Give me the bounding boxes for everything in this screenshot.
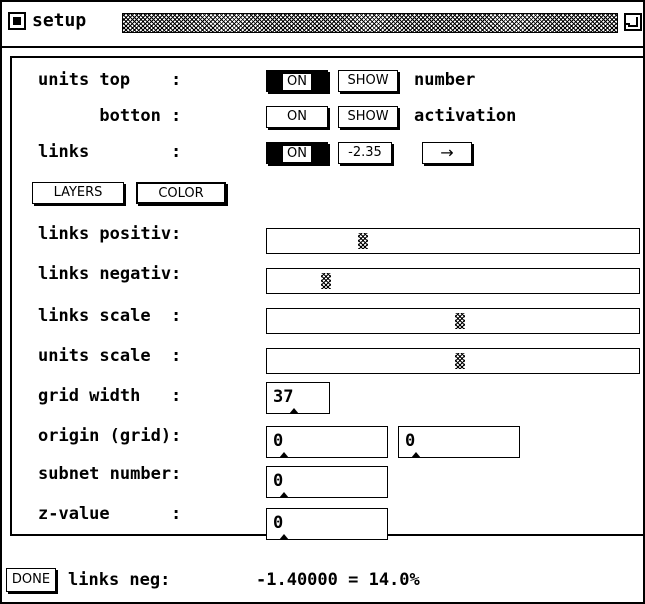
grid-width-value: 37 bbox=[273, 387, 294, 407]
units-scale-label: units scale : bbox=[38, 346, 182, 366]
status-value: -1.40000 = 14.0% bbox=[256, 570, 420, 590]
slider-thumb[interactable] bbox=[455, 353, 465, 369]
status-label: links neg: bbox=[68, 570, 171, 590]
z-value-label: z-value : bbox=[38, 504, 182, 524]
resize-icon[interactable] bbox=[624, 13, 642, 31]
units-bottom-label: botton : bbox=[38, 106, 182, 126]
window-title: setup bbox=[32, 10, 87, 31]
units-scale-slider[interactable] bbox=[266, 348, 640, 374]
units-bottom-show-button[interactable]: SHOW bbox=[338, 106, 398, 128]
units-top-text: number bbox=[414, 70, 476, 90]
links-value-button[interactable]: -2.35 bbox=[338, 142, 392, 164]
grid-width-field[interactable]: 37 bbox=[266, 382, 330, 414]
z-value-value: 0 bbox=[273, 513, 284, 533]
units-top-on-button[interactable]: ON bbox=[266, 70, 328, 92]
layers-button[interactable]: LAYERS bbox=[32, 182, 124, 204]
text-caret-icon bbox=[279, 492, 290, 498]
links-on-button[interactable]: ON bbox=[266, 142, 328, 164]
links-positiv-label: links positiv: bbox=[38, 224, 182, 244]
text-caret-icon bbox=[289, 408, 300, 414]
links-label: links : bbox=[38, 142, 182, 162]
units-top-label: units top : bbox=[38, 70, 182, 90]
title-bar: setup bbox=[2, 2, 643, 48]
grid-width-label: grid width : bbox=[38, 386, 182, 406]
units-bottom-on-button[interactable]: ON bbox=[266, 106, 328, 128]
subnet-number-label: subnet number: bbox=[38, 464, 182, 484]
color-button[interactable]: COLOR bbox=[136, 182, 226, 204]
arrow-right-icon[interactable]: → bbox=[422, 142, 472, 164]
subnet-number-field[interactable]: 0 bbox=[266, 466, 388, 498]
links-negativ-label: links negativ: bbox=[38, 264, 182, 284]
units-top-show-button[interactable]: SHOW bbox=[338, 70, 398, 92]
done-button[interactable]: DONE bbox=[6, 568, 56, 592]
origin-y-value: 0 bbox=[405, 431, 416, 451]
title-drag-area[interactable] bbox=[122, 13, 618, 33]
links-scale-label: links scale : bbox=[38, 306, 182, 326]
origin-label: origin (grid): bbox=[38, 426, 182, 446]
units-bottom-text: activation bbox=[414, 106, 517, 126]
slider-thumb[interactable] bbox=[358, 233, 368, 249]
menu-dot-icon bbox=[13, 17, 21, 25]
origin-x-field[interactable]: 0 bbox=[266, 426, 388, 458]
origin-y-field[interactable]: 0 bbox=[398, 426, 520, 458]
text-caret-icon bbox=[279, 452, 290, 458]
z-value-field[interactable]: 0 bbox=[266, 508, 388, 540]
setup-window: setup units top : ON SHOW number botton … bbox=[0, 0, 645, 604]
slider-thumb[interactable] bbox=[321, 273, 331, 289]
text-caret-icon bbox=[411, 452, 422, 458]
settings-panel: units top : ON SHOW number botton : ON S… bbox=[10, 56, 643, 540]
status-bar: DONE links neg: -1.40000 = 14.0% bbox=[2, 562, 643, 602]
text-caret-icon bbox=[279, 534, 290, 540]
origin-x-value: 0 bbox=[273, 431, 284, 451]
links-scale-slider[interactable] bbox=[266, 308, 640, 334]
links-negativ-slider[interactable] bbox=[266, 268, 640, 294]
window-menu-button[interactable] bbox=[8, 12, 26, 30]
links-positiv-slider[interactable] bbox=[266, 228, 640, 254]
subnet-value: 0 bbox=[273, 471, 284, 491]
slider-thumb[interactable] bbox=[455, 313, 465, 329]
